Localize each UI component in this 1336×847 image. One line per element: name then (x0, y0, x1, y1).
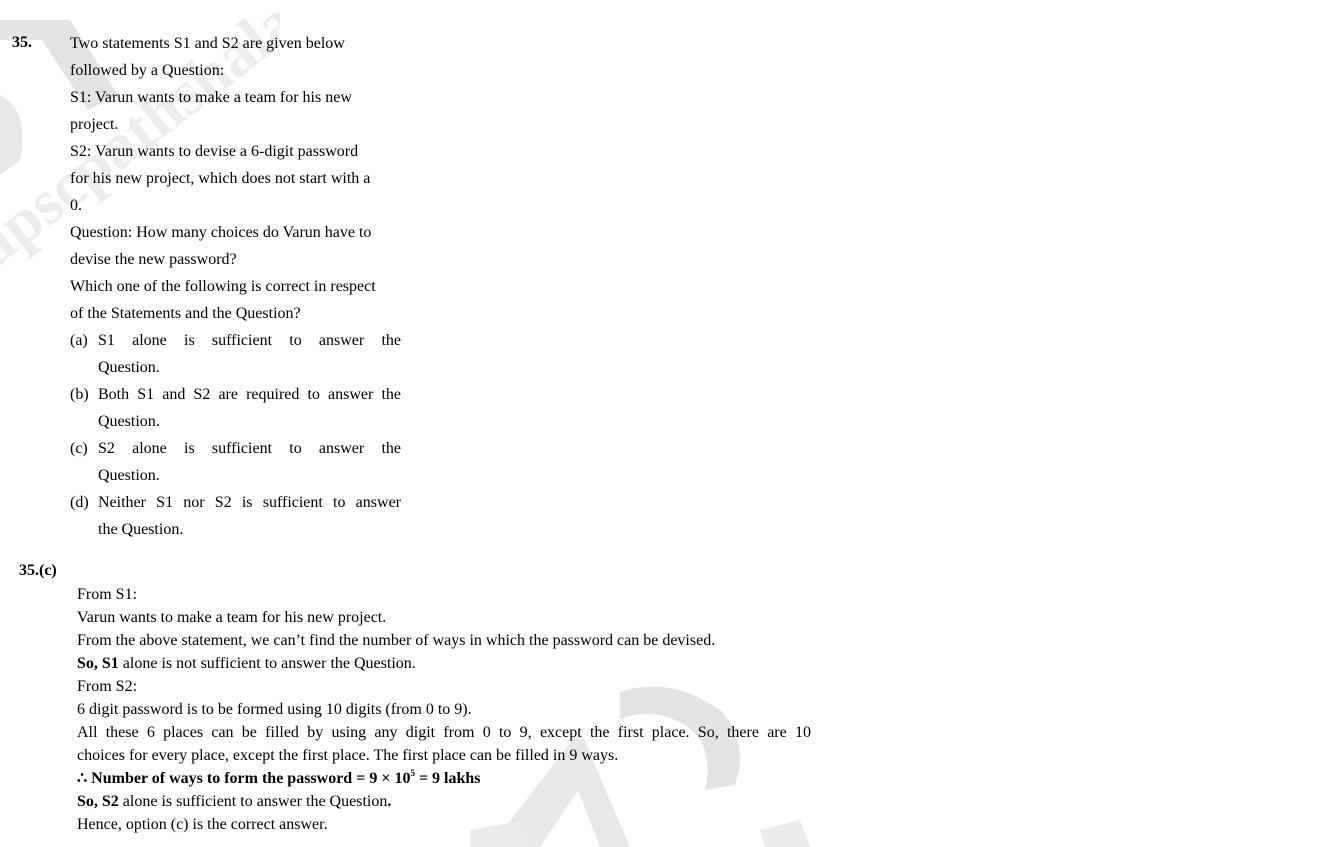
answer-line: So, S2 alone is sufficient to answer the… (77, 790, 811, 813)
option-text: Neither S1 nor S2 is sufficient to answe… (98, 494, 401, 511)
option-text: the Question. (98, 521, 184, 538)
question-stem-line: followed by a Question: (70, 62, 225, 79)
formula-result: = 9 lakhs (414, 770, 481, 787)
question-body: Two statements S1 and S2 are given below… (70, 30, 401, 543)
answer-line: From S1: (77, 586, 138, 603)
question-line: Question: How many choices do Varun have… (70, 224, 372, 241)
statement-s1-line: project. (70, 116, 119, 133)
answer-line: choices for every place, except the firs… (77, 747, 619, 764)
answer-line: 6 digit password is to be formed using 1… (77, 701, 472, 718)
question-number: 35. (12, 34, 32, 51)
option-label: (d) (70, 494, 89, 511)
answer-bold: So, S1 (77, 655, 119, 672)
instruction-line: of the Statements and the Question? (70, 305, 301, 322)
option-text: S2 alone is sufficient to answer the (98, 440, 401, 457)
option-text: Question. (98, 359, 160, 376)
answer-number: 35.(c) (19, 562, 57, 579)
option-text: Question. (98, 413, 160, 430)
answer-body: From S1: Varun wants to make a team for … (77, 583, 811, 836)
option-text: Both S1 and S2 are required to answer th… (98, 386, 401, 403)
option-a: (a) S1 alone is sufficient to answer the… (70, 327, 401, 381)
statement-s2-line: for his new project, which does not star… (70, 170, 371, 187)
option-label: (c) (70, 440, 88, 457)
answer-text: alone is not sufficient to answer the Qu… (118, 655, 416, 672)
instruction-line: Which one of the following is correct in… (70, 278, 376, 295)
answer-text: alone is sufficient to answer the Questi… (118, 793, 388, 810)
answer-line: Varun wants to make a team for his new p… (77, 609, 387, 626)
answer-line: From S2: (77, 678, 138, 695)
answer-line: So, S1 alone is not sufficient to answer… (77, 652, 811, 675)
answer-bold: So, S2 (77, 793, 119, 810)
formula-text: ∴ Number of ways to form the password = … (77, 770, 411, 787)
answer-formula: ∴ Number of ways to form the password = … (77, 767, 811, 790)
statement-s2-line: 0. (70, 197, 82, 214)
answer-bold-dot: . (387, 793, 392, 810)
option-text: S1 alone is sufficient to answer the (98, 332, 401, 349)
option-c: (c) S2 alone is sufficient to answer the… (70, 435, 401, 489)
statement-s2-line: S2: Varun wants to devise a 6-digit pass… (70, 143, 359, 160)
statement-s1-line: S1: Varun wants to make a team for his n… (70, 89, 352, 106)
answer-line: All these 6 places can be filled by usin… (77, 724, 811, 741)
answer-line: From the above statement, we can’t find … (77, 632, 716, 649)
answer-line: Hence, option (c) is the correct answer. (77, 816, 328, 833)
option-label: (b) (70, 386, 89, 403)
option-text: Question. (98, 467, 160, 484)
option-b: (b) Both S1 and S2 are required to answe… (70, 381, 401, 435)
option-d: (d) Neither S1 nor S2 is sufficient to a… (70, 489, 401, 543)
question-line: devise the new password? (70, 251, 237, 268)
question-stem-line: Two statements S1 and S2 are given below (70, 35, 345, 52)
option-label: (a) (70, 332, 88, 349)
